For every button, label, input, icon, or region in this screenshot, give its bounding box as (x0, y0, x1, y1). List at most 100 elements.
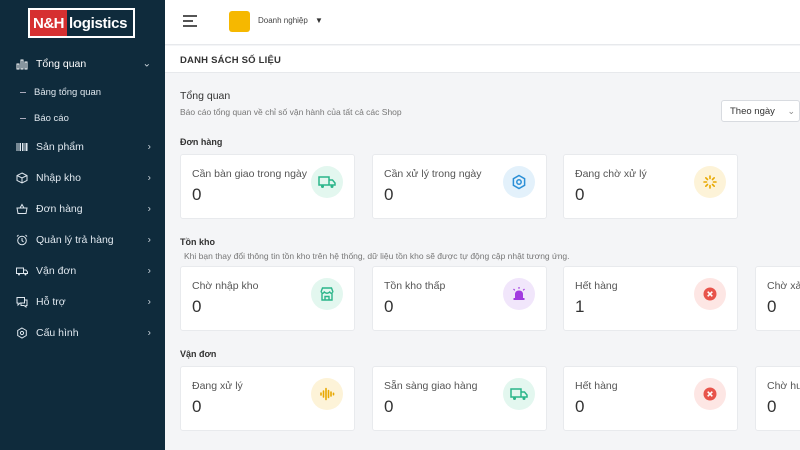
overview-title: Tổng quan (180, 90, 231, 102)
section-shipping-label: Vận đơn (180, 349, 217, 359)
sidebar-item-ho-tro[interactable]: Hỗ trợ › (0, 286, 165, 317)
card-value: 0 (192, 397, 202, 416)
card-value: 0 (575, 397, 585, 416)
card-shipping-processing[interactable]: Đang xử lý 0 (180, 366, 355, 431)
sidebar-item-cau-hinh[interactable]: Cấu hình › (0, 317, 165, 348)
card-value: 0 (767, 297, 777, 316)
card-label: Đang chờ xử lý (575, 168, 647, 180)
card-orders-handover[interactable]: Cần bàn giao trong ngày 0 (180, 154, 355, 219)
soundwave-icon (311, 378, 343, 410)
overview-description: Báo cáo tổng quan về chỉ số vận hành của… (180, 107, 402, 117)
sidebar-subitem-bang-tong-quan[interactable]: Bảng tổng quan (0, 79, 165, 105)
card-label: Tồn kho thấp (384, 280, 446, 292)
chevron-right-icon: › (147, 265, 151, 276)
dashboard-content: Tổng quan Báo cáo tổng quan về chỉ số vậ… (165, 74, 800, 450)
siren-icon (503, 278, 535, 310)
card-value: 0 (767, 397, 777, 416)
chevron-right-icon: › (147, 296, 151, 307)
gear-icon (16, 326, 28, 339)
card-inventory-out-of-stock[interactable]: Hết hàng 1 (563, 266, 738, 331)
store-icon (311, 278, 343, 310)
sidebar-nav: Tổng quan ⌄ Bảng tổng quan Báo cáo Sản p… (0, 48, 165, 348)
chevron-right-icon: › (147, 172, 151, 183)
barcode-icon (16, 141, 28, 153)
sidebar-item-tong-quan[interactable]: Tổng quan ⌄ (0, 48, 165, 79)
chevron-down-icon: ⌄ (787, 106, 795, 116)
card-inventory-low[interactable]: Tồn kho thấp 0 (372, 266, 547, 331)
top-bar: Doanh nghiệp ▼ (165, 0, 800, 45)
card-label: Cần bàn giao trong ngày (192, 168, 308, 180)
card-label: Chờ xả (767, 280, 800, 292)
logo-text: logistics (69, 14, 128, 32)
chevron-right-icon: › (147, 327, 151, 338)
alarm-clock-icon (16, 234, 28, 246)
card-label: Chờ hu (767, 380, 800, 392)
section-orders-label: Đơn hàng (180, 137, 223, 147)
sidebar-item-label: Hỗ trợ (36, 295, 66, 308)
dash-icon (20, 117, 26, 119)
card-label: Chờ nhập kho (192, 280, 259, 292)
sidebar-item-san-pham[interactable]: Sản phẩm › (0, 131, 165, 162)
period-select-value: Theo ngày (730, 106, 775, 117)
caret-down-icon[interactable]: ▼ (315, 16, 323, 25)
card-orders-process[interactable]: Cần xử lý trong ngày 0 (372, 154, 547, 219)
card-value: 0 (384, 297, 394, 316)
chat-icon (16, 296, 28, 308)
chevron-down-icon: ⌄ (142, 58, 151, 69)
card-shipping-out-of-stock[interactable]: Hết hàng 0 (563, 366, 738, 431)
close-circle-icon (694, 278, 726, 310)
card-orders-pending[interactable]: Đang chờ xử lý 0 (563, 154, 738, 219)
section-inventory-label: Tồn kho (180, 237, 215, 247)
box-icon (16, 171, 28, 184)
dash-icon (20, 91, 26, 93)
sidebar-item-label: Nhập kho (36, 171, 81, 184)
page-header: DANH SÁCH SỐ LIỆU (165, 46, 800, 73)
card-value: 0 (384, 185, 394, 204)
card-label: Đang xử lý (192, 380, 243, 392)
card-shipping-ready[interactable]: Sẵn sàng giao hàng 0 (372, 366, 547, 431)
card-value: 0 (575, 185, 585, 204)
sidebar-item-label: Cấu hình (36, 326, 79, 339)
close-circle-icon (694, 378, 726, 410)
sidebar-item-van-don[interactable]: Vận đơn › (0, 255, 165, 286)
truck-icon (503, 378, 535, 410)
sidebar-item-label: Quản lý trả hàng (36, 233, 114, 246)
period-select[interactable]: Theo ngày ⌄ (721, 100, 800, 122)
card-inventory-waiting[interactable]: Chờ nhập kho 0 (180, 266, 355, 331)
truck-icon (16, 265, 28, 277)
sidebar-item-label: Sản phẩm (36, 140, 84, 153)
sidebar-item-nhap-kho[interactable]: Nhập kho › (0, 162, 165, 193)
org-avatar[interactable] (229, 11, 250, 32)
logo[interactable]: N&H logistics (28, 8, 135, 38)
sidebar-item-label: Vận đơn (36, 264, 77, 277)
spinner-icon (694, 166, 726, 198)
card-label: Hết hàng (575, 380, 618, 392)
card-value: 0 (192, 297, 202, 316)
org-name[interactable]: Doanh nghiệp (258, 16, 308, 25)
card-inventory-partial[interactable]: Chờ xả 0 (755, 266, 800, 331)
page-title: DANH SÁCH SỐ LIỆU (180, 55, 282, 66)
menu-toggle-icon[interactable] (183, 15, 197, 27)
sidebar-subitem-label: Bảng tổng quan (34, 86, 102, 98)
card-shipping-partial[interactable]: Chờ hu 0 (755, 366, 800, 431)
sidebar-item-label: Tổng quan (36, 57, 87, 70)
basket-icon (16, 202, 28, 215)
card-value: 0 (192, 185, 202, 204)
section-inventory-description: Khi bạn thay đổi thông tin tồn kho trên … (184, 251, 570, 261)
sidebar-item-quan-ly-tra-hang[interactable]: Quản lý trả hàng › (0, 224, 165, 255)
chevron-right-icon: › (147, 203, 151, 214)
chart-bar-icon (16, 58, 28, 70)
truck-icon (311, 166, 343, 198)
sidebar-subitem-label: Báo cáo (34, 112, 69, 124)
sidebar-item-label: Đơn hàng (36, 202, 83, 215)
sidebar-subitem-bao-cao[interactable]: Báo cáo (0, 105, 165, 131)
card-label: Sẵn sàng giao hàng (384, 380, 478, 392)
chevron-right-icon: › (147, 141, 151, 152)
card-label: Cần xử lý trong ngày (384, 168, 482, 180)
sidebar: N&H logistics Tổng quan ⌄ Bảng tổng quan… (0, 0, 165, 450)
chevron-right-icon: › (147, 234, 151, 245)
card-value: 1 (575, 297, 585, 316)
sidebar-item-don-hang[interactable]: Đơn hàng › (0, 193, 165, 224)
logo-mark: N&H (30, 10, 67, 36)
card-label: Hết hàng (575, 280, 618, 292)
